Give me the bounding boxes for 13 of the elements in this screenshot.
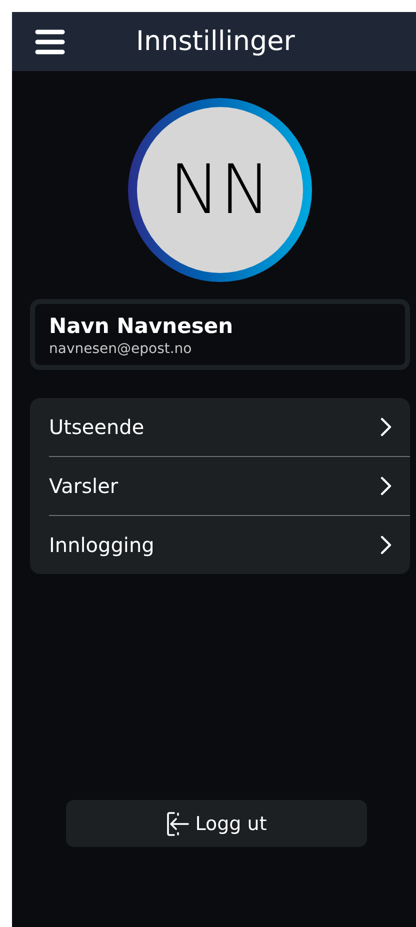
logout-button[interactable]: Logg ut: [66, 800, 367, 847]
menu-item[interactable]: Varsler: [30, 457, 410, 515]
menu-item[interactable]: Innlogging: [30, 516, 410, 574]
chevron-right-icon: [380, 476, 392, 496]
menu-icon: [35, 28, 65, 54]
user-name: Navn Navnesen: [49, 314, 234, 338]
chevron-right-icon: [380, 417, 392, 437]
user-email: navnesen@epost.no: [49, 341, 193, 357]
logout-icon: [166, 810, 190, 836]
avatar-initials: NN: [137, 107, 303, 273]
menu-item[interactable]: Utseende: [30, 398, 410, 456]
chevron-right-icon: [380, 535, 392, 555]
page-title: Innstillinger: [136, 26, 295, 57]
